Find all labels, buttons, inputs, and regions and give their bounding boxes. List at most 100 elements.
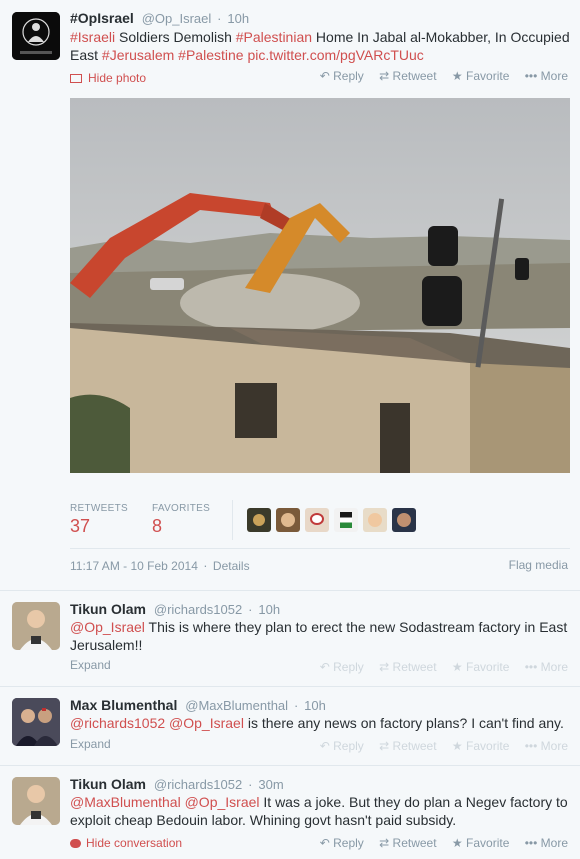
favorite-button[interactable]: ★ Favorite <box>452 660 509 674</box>
reply-button[interactable]: ↶ Reply <box>320 739 364 753</box>
expand-link[interactable]: Expand <box>70 737 111 751</box>
separator-dot: · <box>203 558 208 573</box>
hide-photo-link[interactable]: Hide photo <box>70 71 146 85</box>
mention-link[interactable]: @Op_Israel <box>169 715 244 731</box>
favoriter-avatar[interactable] <box>305 508 329 532</box>
avatar[interactable] <box>12 602 60 650</box>
retweets-stat[interactable]: RETWEETS 37 <box>70 503 128 537</box>
retweet-button[interactable]: ⇄ Retweet <box>379 739 436 753</box>
hashtag-link[interactable]: #Israeli <box>70 29 115 45</box>
separator-dot: · <box>217 11 222 26</box>
author-handle[interactable]: @richards1052 <box>154 602 242 617</box>
retweet-button[interactable]: ⇄ Retweet <box>379 836 436 850</box>
retweet-button[interactable]: ⇄ Retweet <box>379 660 436 674</box>
favorites-stat[interactable]: FAVORITES 8 <box>152 503 210 537</box>
divider <box>70 548 570 549</box>
tweet-photo[interactable] <box>70 98 570 473</box>
author-handle[interactable]: @richards1052 <box>154 777 242 792</box>
author-name[interactable]: Max Blumenthal <box>70 697 177 713</box>
mention-link[interactable]: @Op_Israel <box>185 794 260 810</box>
author-name[interactable]: Tikun Olam <box>70 601 146 617</box>
hashtag-link[interactable]: #Jerusalem <box>102 47 174 63</box>
author-handle[interactable]: @Op_Israel <box>142 11 212 26</box>
author-name[interactable]: Tikun Olam <box>70 776 146 792</box>
hide-conversation-link[interactable]: Hide conversation <box>70 836 182 850</box>
tweet-text-segment: is there any news on factory plans? I ca… <box>243 715 564 731</box>
hashtag-link[interactable]: #Palestinian <box>236 29 312 45</box>
tweet-text-segment: Soldiers Demolish <box>115 29 236 45</box>
reply-button[interactable]: ↶ Reply <box>320 660 364 674</box>
reply-tweet: Max Blumenthal @MaxBlumenthal · 10h @ric… <box>0 687 580 766</box>
mention-link[interactable]: @MaxBlumenthal <box>70 794 181 810</box>
favorites-count: 8 <box>152 516 163 536</box>
retweet-label: Retweet <box>392 69 437 83</box>
timeline: #OpIsrael @Op_Israel · 10h #Israeli Sold… <box>0 0 580 859</box>
tweet-meta: 11:17 AM - 10 Feb 2014 · Details <box>70 558 250 573</box>
hashtag-link[interactable]: #Palestine <box>178 47 243 63</box>
reply-icon: ↶ <box>319 836 334 850</box>
retweet-icon: ⇄ <box>379 836 393 850</box>
tweet-header: #OpIsrael @Op_Israel · 10h <box>70 10 570 28</box>
avatar[interactable] <box>12 777 60 825</box>
flag-media-link[interactable]: Flag media <box>509 558 568 572</box>
more-button[interactable]: ••• More <box>525 69 568 83</box>
mention-link[interactable]: @Op_Israel <box>70 619 145 635</box>
tweet-time[interactable]: 10h <box>304 698 326 713</box>
retweet-icon: ⇄ <box>379 739 393 753</box>
reply-button[interactable]: ↶ Reply <box>320 836 364 850</box>
separator-dot: · <box>293 698 299 713</box>
separator-dot: · <box>248 602 253 617</box>
hide-photo-label: Hide photo <box>88 71 147 85</box>
reply-label: Reply <box>333 739 364 753</box>
retweet-icon: ⇄ <box>379 69 393 83</box>
favorite-button[interactable]: ★ Favorite <box>452 69 509 83</box>
photo-link[interactable]: pic.twitter.com/pgVARcTUuc <box>247 47 423 63</box>
tweet-actions: ↶ Reply ⇄ Retweet ★ Favorite ••• More <box>308 836 568 850</box>
author-name[interactable]: #OpIsrael <box>70 10 134 26</box>
favoriter-avatar[interactable] <box>247 508 271 532</box>
retweet-icon: ⇄ <box>379 660 393 674</box>
tweet-text: @richards1052 @Op_Israel is there any ne… <box>70 714 572 732</box>
expand-link[interactable]: Expand <box>70 658 111 672</box>
more-label: More <box>540 660 568 674</box>
tweet-time[interactable]: 30m <box>258 777 283 792</box>
retweet-label: Retweet <box>392 836 437 850</box>
demolition-photo <box>70 98 570 473</box>
tweet-text: @MaxBlumenthal @Op_Israel It was a joke.… <box>70 793 572 829</box>
retweet-label: Retweet <box>392 739 437 753</box>
tweet-actions: ↶ Reply ⇄ Retweet ★ Favorite ••• More <box>308 739 568 753</box>
favorite-label: Favorite <box>466 660 510 674</box>
author-handle[interactable]: @MaxBlumenthal <box>185 698 288 713</box>
anonymous-logo-icon <box>12 12 60 60</box>
favoriter-avatar[interactable] <box>363 508 387 532</box>
details-link[interactable]: Details <box>213 559 250 573</box>
more-dots-icon: ••• <box>524 836 541 850</box>
more-button[interactable]: ••• More <box>525 739 568 753</box>
favorite-label: Favorite <box>466 69 510 83</box>
mention-link[interactable]: @richards1052 <box>70 715 165 731</box>
more-button[interactable]: ••• More <box>525 660 568 674</box>
retweet-button[interactable]: ⇄ Retweet <box>379 69 436 83</box>
avatar[interactable] <box>12 698 60 746</box>
reply-tweet: Tikun Olam @richards1052 · 30m @MaxBlume… <box>0 766 580 859</box>
tweet-time[interactable]: 10h <box>258 602 280 617</box>
favoriter-avatar[interactable] <box>392 508 416 532</box>
tweet-time[interactable]: 10h <box>227 11 249 26</box>
favorite-button[interactable]: ★ Favorite <box>452 836 509 850</box>
avatar[interactable] <box>12 12 60 60</box>
reply-label: Reply <box>333 660 364 674</box>
reply-button[interactable]: ↶ Reply <box>320 69 364 83</box>
tweet-actions: ↶ Reply ⇄ Retweet ★ Favorite ••• More <box>308 660 568 674</box>
more-dots-icon: ••• <box>524 69 541 83</box>
reply-icon: ↶ <box>319 739 334 753</box>
favoriter-avatar[interactable] <box>334 508 358 532</box>
more-label: More <box>540 836 568 850</box>
reply-label: Reply <box>333 69 364 83</box>
more-button[interactable]: ••• More <box>525 836 568 850</box>
focused-tweet: #OpIsrael @Op_Israel · 10h #Israeli Sold… <box>0 0 580 591</box>
favorite-button[interactable]: ★ Favorite <box>452 739 509 753</box>
star-icon: ★ <box>451 739 467 753</box>
favoriter-avatar[interactable] <box>276 508 300 532</box>
favorite-label: Favorite <box>466 739 510 753</box>
timestamp[interactable]: 11:17 AM - 10 Feb 2014 <box>70 559 198 573</box>
